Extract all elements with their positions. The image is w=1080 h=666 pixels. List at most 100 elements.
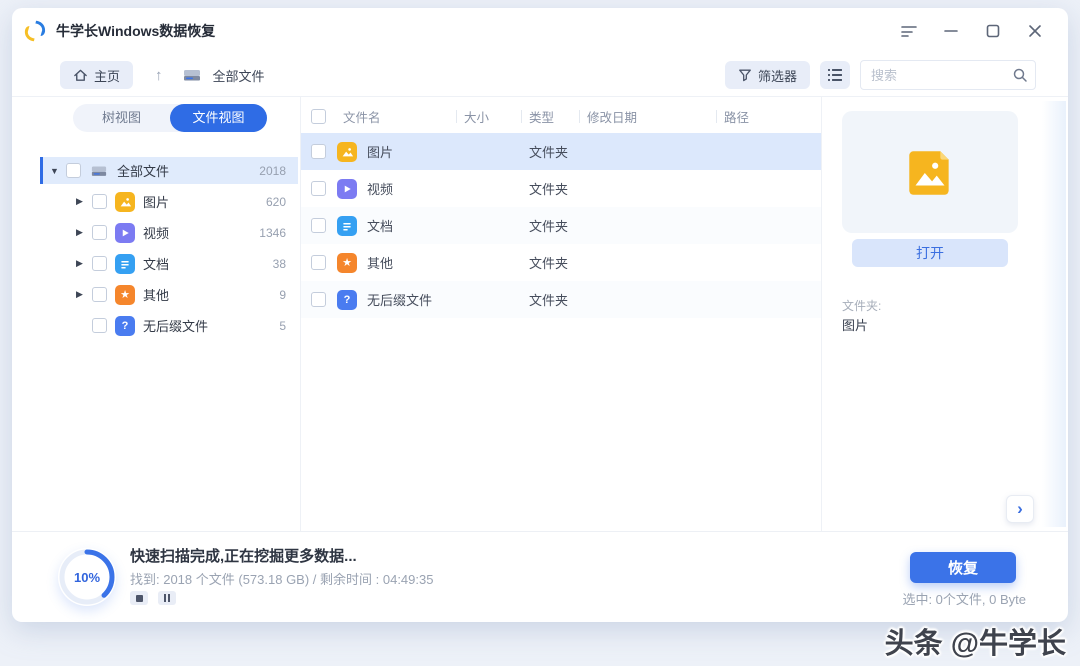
tab-file-view[interactable]: 文件视图 [170,104,267,132]
column-size[interactable]: 大小 [456,107,521,126]
column-filename[interactable]: 文件名 [335,107,456,126]
other-file-icon: ★ [115,285,135,305]
video-file-icon [115,223,135,243]
toolbar-right: 筛选器 [725,60,1036,90]
pause-icon [164,594,166,602]
sidebar: 树视图 文件视图 ▼ 全部文件 2018 ▶ [40,97,298,531]
recover-button[interactable]: 恢复 [910,552,1016,583]
drive-icon [181,66,203,84]
pause-icon [168,594,170,602]
home-button[interactable]: 主页 [60,61,133,89]
tree-item-pictures[interactable]: ▶ 图片 620 [40,188,298,215]
content-area: 树视图 文件视图 ▼ 全部文件 2018 ▶ [12,96,1068,531]
caret-down-icon[interactable]: ▼ [50,166,66,176]
row-name: 图片 [367,142,393,161]
checkbox[interactable] [311,292,326,307]
collapse-panel-button[interactable]: › [1006,495,1034,523]
checkbox[interactable] [92,194,107,209]
scan-message: 快速扫描完成,正在挖掘更多数据... [130,545,357,566]
checkbox[interactable] [92,318,107,333]
app-logo-icon [22,18,48,44]
tree-item-count: 9 [279,288,298,302]
table-row[interactable]: 文档 文件夹 [301,207,821,244]
caret-right-icon[interactable]: ▶ [76,196,92,207]
column-date[interactable]: 修改日期 [579,107,716,126]
table-row[interactable]: 视频 文件夹 [301,170,821,207]
tree-item-label: 文档 [143,254,273,273]
table-row[interactable]: ? 无后缀文件 文件夹 [301,281,821,318]
row-name: 视频 [367,179,393,198]
tree-item-documents[interactable]: ▶ 文档 38 [40,250,298,277]
checkbox[interactable] [311,218,326,233]
checkbox[interactable] [66,163,81,178]
scan-controls [130,591,176,605]
filter-button[interactable]: 筛选器 [725,61,810,89]
select-all-checkbox[interactable] [311,109,326,124]
tree-item-no-extension[interactable]: ? 无后缀文件 5 [40,312,298,339]
row-name: 其他 [367,253,393,272]
other-file-icon: ★ [337,253,357,273]
tab-tree-view[interactable]: 树视图 [73,104,170,132]
preview-panel: 打开 文件夹: 图片 › [822,97,1068,531]
app-title: 牛学长Windows数据恢复 [56,21,215,41]
caret-right-icon[interactable]: ▶ [76,258,92,269]
column-path[interactable]: 路径 [716,107,821,126]
checkbox[interactable] [92,256,107,271]
up-arrow-icon[interactable]: ↑ [155,67,163,84]
row-type: 文件夹 [521,216,579,235]
panel-edge-tint [1042,101,1066,527]
list-view-button[interactable] [820,61,850,89]
table-header: 文件名 大小 类型 修改日期 路径 [301,104,821,128]
view-tabs: 树视图 文件视图 [73,104,267,132]
no-extension-file-icon: ? [337,290,357,310]
filter-icon [738,68,752,82]
table-row[interactable]: ★ 其他 文件夹 [301,244,821,281]
stop-button[interactable] [130,591,148,605]
search-input[interactable] [860,60,1036,90]
search-icon[interactable] [1012,67,1028,83]
preview-meta-label: 文件夹: [842,297,881,314]
tree-item-others[interactable]: ▶ ★ 其他 9 [40,281,298,308]
home-label: 主页 [94,66,120,85]
minimize-icon[interactable] [942,22,960,40]
row-type: 文件夹 [521,179,579,198]
home-icon [73,68,88,83]
tree-item-videos[interactable]: ▶ 视频 1346 [40,219,298,246]
tree-item-count: 620 [266,195,298,209]
image-file-icon [115,192,135,212]
column-type[interactable]: 类型 [521,107,579,126]
close-icon[interactable] [1026,22,1044,40]
window-controls [900,22,1068,40]
caret-right-icon[interactable]: ▶ [76,227,92,238]
checkbox[interactable] [311,255,326,270]
checkbox[interactable] [92,225,107,240]
menu-icon[interactable] [900,22,918,40]
toolbar: 主页 ↑ 全部文件 筛选器 [12,58,1068,92]
checkbox[interactable] [311,144,326,159]
row-name: 无后缀文件 [367,290,432,309]
breadcrumb[interactable]: 全部文件 [213,66,265,85]
pause-button[interactable] [158,591,176,605]
row-name: 文档 [367,216,393,235]
search-box [860,60,1036,90]
status-bar: 10% 快速扫描完成,正在挖掘更多数据... 找到: 2018 个文件 (573… [12,531,1068,622]
caret-right-icon[interactable]: ▶ [76,289,92,300]
checkbox[interactable] [311,181,326,196]
tree-item-all-files[interactable]: ▼ 全部文件 2018 [40,157,298,184]
row-type: 文件夹 [521,290,579,309]
scan-progress-ring: 10% [58,548,116,606]
maximize-icon[interactable] [984,22,1002,40]
tree-item-count: 1346 [259,226,298,240]
table-row[interactable]: 图片 文件夹 [301,133,821,170]
row-type: 文件夹 [521,253,579,272]
selection-summary: 选中: 0个文件, 0 Byte [902,589,1026,608]
tree-item-count: 5 [279,319,298,333]
video-file-icon [337,179,357,199]
tree-item-count: 2018 [259,164,298,178]
open-button[interactable]: 打开 [852,239,1008,267]
preview-thumbnail [842,111,1018,233]
chevron-right-icon: › [1017,499,1023,519]
checkbox[interactable] [92,287,107,302]
drive-icon [89,161,109,181]
watermark: 头条 @牛学长 [885,620,1066,662]
